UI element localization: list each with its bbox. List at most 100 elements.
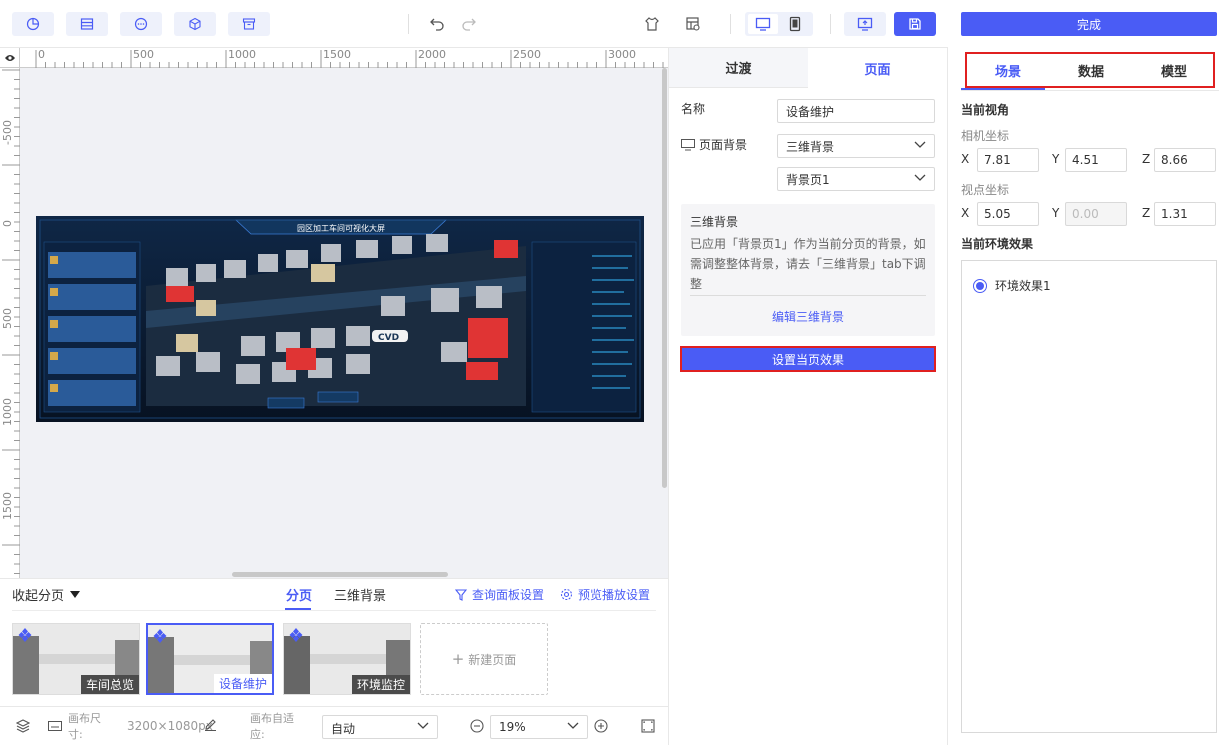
toolbar-divider [730,14,731,34]
tab-pages[interactable]: 分页 [286,585,312,604]
table-icon[interactable] [66,12,108,36]
canvas-area[interactable]: 0 500 1000 1500 2000 2500 3000 -500 0 50… [0,48,668,578]
gear-icon [560,588,573,601]
target-coord-label: 视点坐标 [961,183,1010,197]
horizontal-scrollbar[interactable] [232,572,448,577]
tab-model[interactable]: 模型 [1133,54,1215,86]
radio-checked-icon[interactable] [973,278,987,293]
cube-icon[interactable] [174,12,216,36]
preview-play-settings-label: 预览播放设置 [578,588,651,602]
horizontal-ruler: 0 500 1000 1500 2000 2500 3000 [20,48,668,68]
done-button[interactable]: 完成 [961,12,1217,36]
page-thumbnail[interactable]: 环境监控 [283,623,411,695]
caret-down-icon [70,590,81,598]
edit-3d-background-link[interactable]: 编辑三维背景 [681,308,935,325]
tab-page[interactable]: 页面 [808,48,947,88]
filter-icon [455,588,467,601]
tab-transition[interactable]: 过渡 [669,48,808,88]
zoom-value: 19% [499,720,526,734]
tab-3d-background[interactable]: 三维背景 [334,585,386,604]
ruler-label: 500 [1,308,14,329]
plus-icon: + [451,650,465,668]
ruler-label: 3000 [608,48,636,61]
background-info-card: 三维背景 已应用「背景页1」作为当前分页的背景，如需调整整体背景，请去「三维背景… [681,204,935,336]
undo-icon[interactable] [426,13,448,35]
preview-screen-icon[interactable] [844,12,886,36]
page-thumbnail[interactable]: 车间总览 [12,623,140,695]
desktop-icon[interactable] [748,14,778,34]
new-page-button[interactable]: + 新建页面 [420,623,548,695]
chevron-down-icon [567,722,579,729]
cvd-badge: CVD [378,333,399,343]
layers-icon[interactable] [15,719,31,736]
query-panel-settings-link[interactable]: 查询面板设置 [455,586,544,603]
tab-data[interactable]: 数据 [1049,54,1133,86]
fit-screen-icon[interactable] [641,719,655,736]
target-x-input[interactable]: 5.05 [977,202,1039,226]
tab-scene[interactable]: 场景 [967,54,1049,86]
axis-y-label: Y [1052,206,1060,220]
collapse-pages-toggle[interactable]: 收起分页 [12,585,81,604]
top-toolbar [0,0,948,48]
axis-x-label: X [961,206,970,220]
name-label: 名称 [681,102,706,116]
canvas-size-value: 3200×1080px [127,719,213,733]
toolbar-divider [830,14,831,34]
shirt-icon[interactable] [641,13,663,35]
archive-icon[interactable] [228,12,270,36]
page-thumbnail-label: 设备维护 [213,674,272,693]
tablet-icon[interactable] [780,14,810,34]
background-type-value: 三维背景 [786,139,835,154]
preview-play-settings-link[interactable]: 预览播放设置 [560,586,650,603]
divider [961,90,1219,91]
dots-circle-icon[interactable] [120,12,162,36]
dashboard-preview[interactable]: CVD 园区加工车间可视化大屏 [36,216,644,422]
ruler-label: 1000 [1,398,14,426]
panel-tabs: 过渡 页面 [669,48,948,88]
scene-panel: 完成 场景 数据 模型 当前视角 相机坐标 X 7.81 Y 4.51 Z 8.… [948,0,1230,745]
vertical-ruler: -500 0 500 1000 1500 [0,68,20,578]
camera-coord-label: 相机坐标 [961,129,1010,143]
target-z-input[interactable]: 1.31 [1154,202,1216,226]
eye-icon[interactable] [0,48,20,68]
monitor-icon [681,138,695,150]
status-bar: 画布尺寸: 3200×1080px 画布自适应: 自动 19% [0,706,668,745]
env-effect-option[interactable]: 环境效果1 [973,277,1051,294]
ruler-label: -500 [1,120,14,145]
env-effect-label: 环境效果1 [995,279,1051,293]
background-type-select[interactable]: 三维背景 [777,134,935,158]
background-page-select[interactable]: 背景页1 [777,167,935,191]
set-page-effect-button[interactable]: 设置当页效果 [680,346,936,372]
ruler-label: 2000 [418,48,446,61]
camera-y-input[interactable]: 4.51 [1065,148,1127,172]
diamond-icon [18,628,32,642]
axis-z-label: Z [1142,206,1151,220]
redo-icon[interactable] [458,13,480,35]
canvas-fit-value: 自动 [331,722,356,736]
zoom-in-icon[interactable] [594,719,608,736]
toolbar-divider [408,14,409,34]
save-icon[interactable] [894,12,936,36]
divider [12,610,656,611]
settings-table-icon[interactable] [682,13,704,35]
canvas-fit-select[interactable]: 自动 [322,715,438,739]
edit-icon[interactable] [204,718,217,734]
ruler-label: 1500 [1,492,14,520]
info-text: 已应用「背景页1」作为当前分页的背景，如需调整整体背景，请去「三维背景」tab下… [690,237,926,291]
page-background-label-text: 页面背景 [699,138,748,152]
new-page-label: 新建页面 [468,652,517,667]
camera-x-input[interactable]: 7.81 [977,148,1039,172]
chart-icon[interactable] [12,12,54,36]
camera-z-input[interactable]: 8.66 [1154,148,1216,172]
zoom-out-icon[interactable] [470,719,484,736]
page-thumbnail-active[interactable]: 设备维护 [146,623,274,695]
page-thumbnail-label: 车间总览 [80,675,139,694]
target-y-input: 0.00 [1065,202,1127,226]
vertical-scrollbar[interactable] [662,68,667,488]
collapse-pages-label: 收起分页 [12,589,65,604]
divider [690,295,926,296]
zoom-select[interactable]: 19% [490,715,588,739]
page-name-input[interactable]: 设备维护 [777,99,935,123]
ruler-label: 2500 [513,48,541,61]
axis-y-label: Y [1052,152,1060,166]
